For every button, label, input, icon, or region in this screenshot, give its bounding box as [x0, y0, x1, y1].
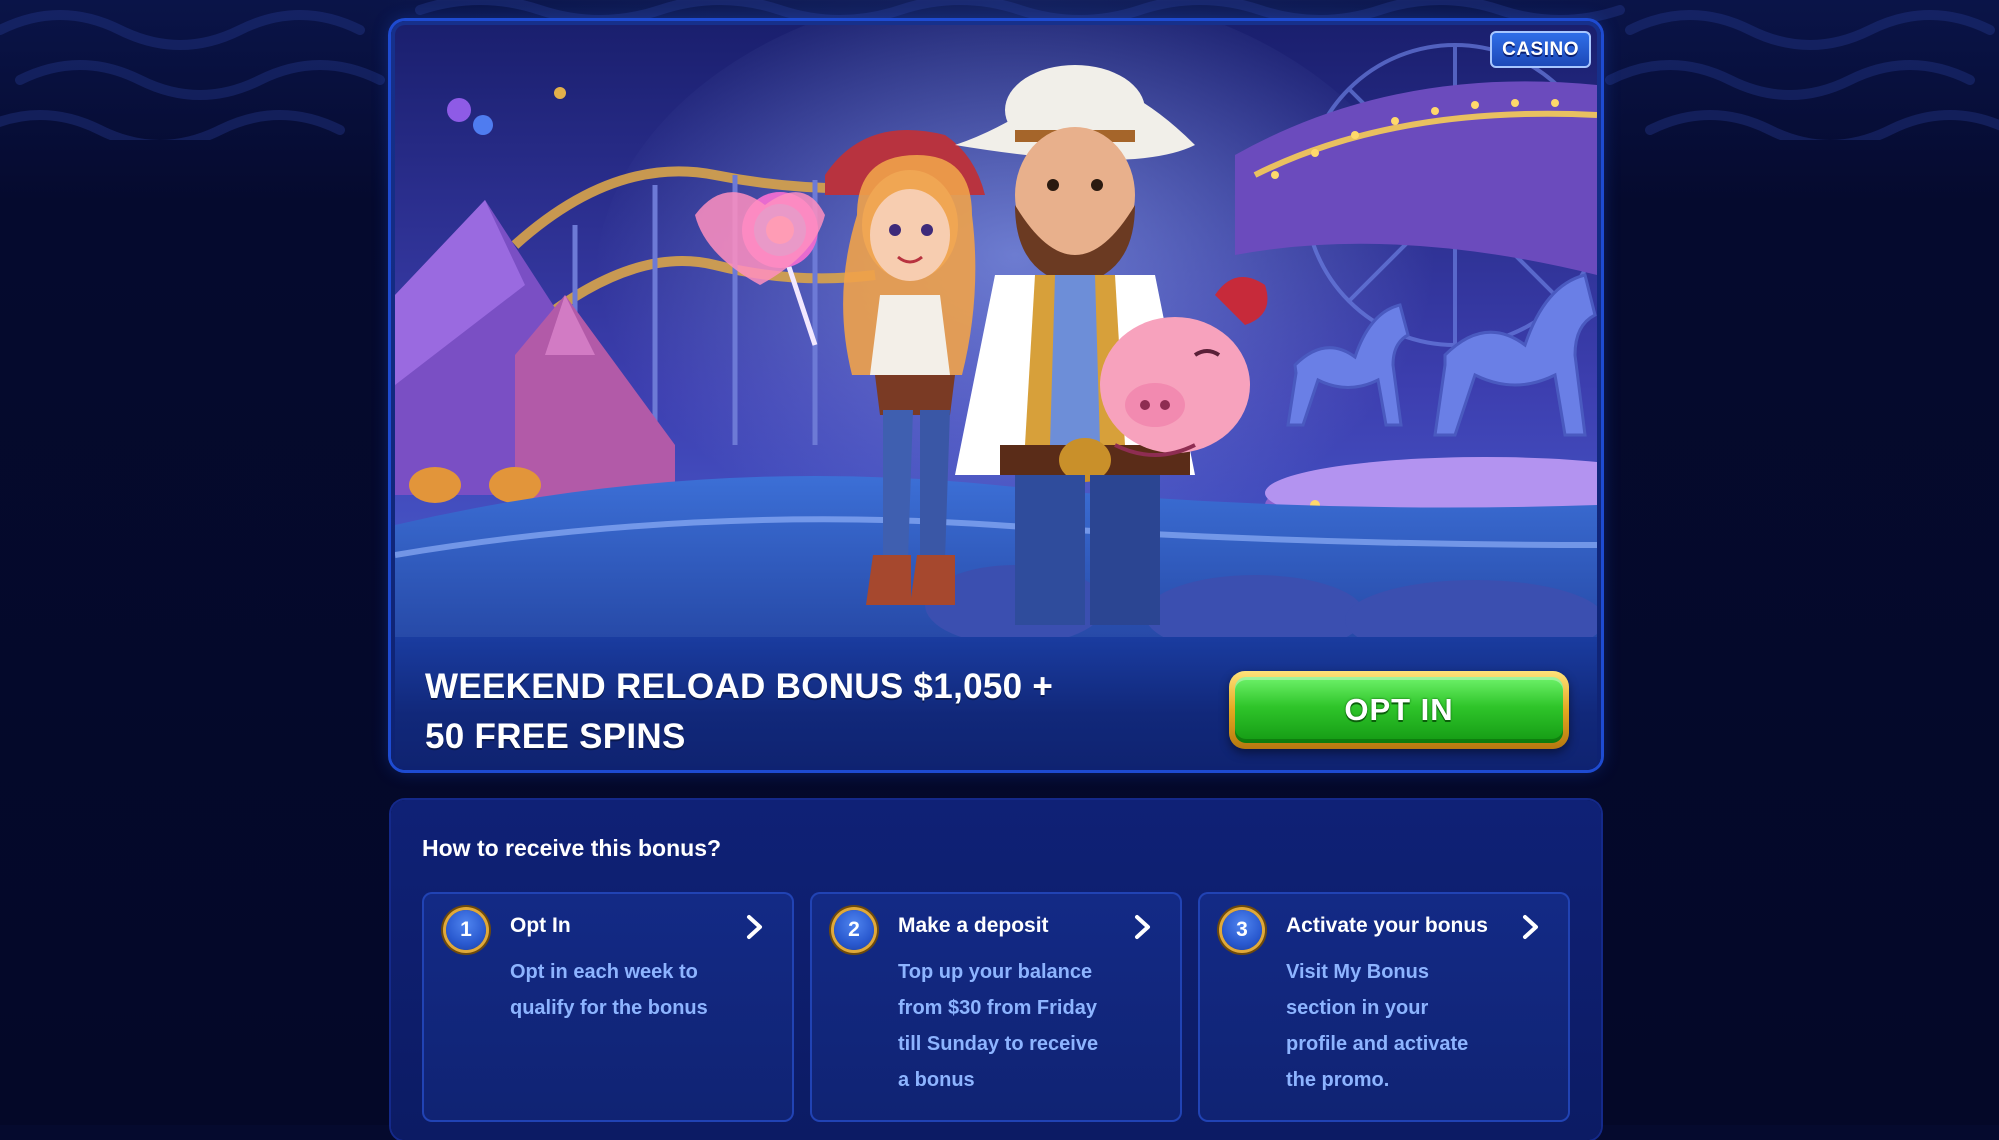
promo-card: CASINO WEEKEND RELOAD BONUS $1,050 + 50 … — [391, 21, 1601, 770]
step-description-line: Visit My Bonus — [1286, 961, 1429, 983]
how-to-panel: How to receive this bonus? 1 Opt In Opt … — [391, 800, 1601, 1140]
step-description-line: Opt in each week to — [510, 961, 698, 983]
opt-in-label: OPT IN — [1235, 677, 1563, 743]
how-to-title: How to receive this bonus? — [422, 835, 722, 861]
step-description: Visit My Bonus section in your profile a… — [1286, 954, 1526, 1098]
step-title: Activate your bonus — [1286, 914, 1488, 937]
step-title: Opt In — [510, 914, 571, 937]
promo-title-line-2: 50 FREE SPINS — [425, 717, 686, 756]
step-description: Opt in each week to qualify for the bonu… — [510, 954, 750, 1026]
step-card-opt-in[interactable]: 1 Opt In Opt in each week to qualify for… — [422, 892, 794, 1122]
promo-footer: WEEKEND RELOAD BONUS $1,050 + 50 FREE SP… — [395, 637, 1597, 766]
chevron-right-icon — [1523, 915, 1538, 939]
step-card-activate-bonus[interactable]: 3 Activate your bonus Visit My Bonus sec… — [1198, 892, 1570, 1122]
step-description-line: from $30 from Friday — [898, 997, 1097, 1019]
step-description-line: the promo. — [1286, 1069, 1390, 1091]
casino-badge: CASINO — [1490, 31, 1591, 68]
step-number-badge: 2 — [834, 910, 874, 950]
chevron-right-icon — [1135, 915, 1150, 939]
step-number-badge: 1 — [446, 910, 486, 950]
opt-in-button[interactable]: OPT IN — [1229, 671, 1569, 749]
step-description-line: qualify for the bonus — [510, 997, 708, 1019]
step-description-line: a bonus — [898, 1069, 975, 1091]
chevron-right-icon — [747, 915, 762, 939]
step-description-line: till Sunday to receive — [898, 1033, 1099, 1055]
hero-illustration: CASINO — [395, 25, 1597, 637]
promo-title-line-1: WEEKEND RELOAD BONUS $1,050 + — [425, 667, 1054, 706]
step-title: Make a deposit — [898, 914, 1049, 937]
step-description-line: Top up your balance — [898, 961, 1093, 983]
step-card-make-deposit[interactable]: 2 Make a deposit Top up your balance fro… — [810, 892, 1182, 1122]
step-description-line: section in your — [1286, 997, 1429, 1019]
step-description-line: profile and activate — [1286, 1033, 1469, 1055]
step-number-badge: 3 — [1222, 910, 1262, 950]
step-description: Top up your balance from $30 from Friday… — [898, 954, 1138, 1098]
carnival-scene-image — [395, 25, 1597, 637]
promo-title: WEEKEND RELOAD BONUS $1,050 + 50 FREE SP… — [425, 662, 1145, 762]
